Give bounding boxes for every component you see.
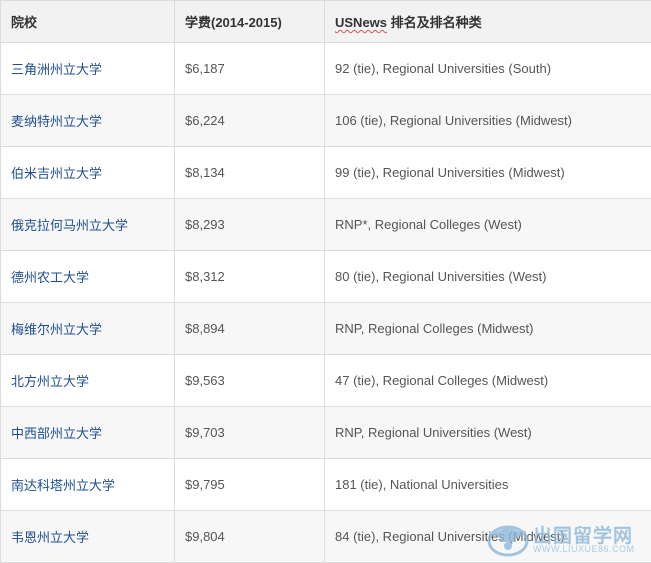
- ranking-cell: RNP*, Regional Colleges (West): [325, 199, 651, 251]
- school-link[interactable]: 麦纳特州立大学: [11, 114, 102, 129]
- school-link[interactable]: 北方州立大学: [11, 374, 89, 389]
- header-tuition: 学费(2014-2015): [175, 1, 325, 43]
- school-link[interactable]: 梅维尔州立大学: [11, 322, 102, 337]
- tuition-cell: $9,563: [175, 355, 325, 407]
- school-cell: 伯米吉州立大学: [1, 147, 175, 199]
- table-row: 梅维尔州立大学 $8,894 RNP, Regional Colleges (M…: [1, 303, 651, 355]
- school-link[interactable]: 中西部州立大学: [11, 426, 102, 441]
- tuition-cell: $6,187: [175, 43, 325, 95]
- tuition-cell: $9,795: [175, 459, 325, 511]
- header-row: 院校 学费(2014-2015) USNews 排名及排名种类: [1, 1, 651, 43]
- school-link[interactable]: 德州农工大学: [11, 270, 89, 285]
- ranking-cell: 99 (tie), Regional Universities (Midwest…: [325, 147, 651, 199]
- table-row: 南达科塔州立大学 $9,795 181 (tie), National Univ…: [1, 459, 651, 511]
- school-cell: 麦纳特州立大学: [1, 95, 175, 147]
- ranking-cell: RNP, Regional Universities (West): [325, 407, 651, 459]
- header-ranking-prefix: USNews: [335, 15, 387, 30]
- ranking-cell: 84 (tie), Regional Universities (Midwest…: [325, 511, 651, 563]
- school-cell: 中西部州立大学: [1, 407, 175, 459]
- table-row: 中西部州立大学 $9,703 RNP, Regional Universitie…: [1, 407, 651, 459]
- school-cell: 南达科塔州立大学: [1, 459, 175, 511]
- school-cell: 三角洲州立大学: [1, 43, 175, 95]
- tuition-table: 院校 学费(2014-2015) USNews 排名及排名种类 三角洲州立大学 …: [0, 0, 651, 563]
- school-link[interactable]: 俄克拉何马州立大学: [11, 218, 128, 233]
- table-row: 韦恩州立大学 $9,804 84 (tie), Regional Univers…: [1, 511, 651, 563]
- school-cell: 梅维尔州立大学: [1, 303, 175, 355]
- table-row: 三角洲州立大学 $6,187 92 (tie), Regional Univer…: [1, 43, 651, 95]
- school-cell: 北方州立大学: [1, 355, 175, 407]
- table-row: 俄克拉何马州立大学 $8,293 RNP*, Regional Colleges…: [1, 199, 651, 251]
- header-ranking-suffix: 排名及排名种类: [387, 15, 482, 30]
- table-row: 德州农工大学 $8,312 80 (tie), Regional Univers…: [1, 251, 651, 303]
- school-cell: 德州农工大学: [1, 251, 175, 303]
- school-link[interactable]: 南达科塔州立大学: [11, 478, 115, 493]
- tuition-cell: $8,312: [175, 251, 325, 303]
- tuition-cell: $8,293: [175, 199, 325, 251]
- table-row: 北方州立大学 $9,563 47 (tie), Regional College…: [1, 355, 651, 407]
- school-link[interactable]: 韦恩州立大学: [11, 530, 89, 545]
- header-ranking: USNews 排名及排名种类: [325, 1, 651, 43]
- school-link[interactable]: 伯米吉州立大学: [11, 166, 102, 181]
- tuition-cell: $8,134: [175, 147, 325, 199]
- tuition-cell: $9,703: [175, 407, 325, 459]
- table-row: 麦纳特州立大学 $6,224 106 (tie), Regional Unive…: [1, 95, 651, 147]
- table-row: 伯米吉州立大学 $8,134 99 (tie), Regional Univer…: [1, 147, 651, 199]
- ranking-cell: 80 (tie), Regional Universities (West): [325, 251, 651, 303]
- ranking-cell: 47 (tie), Regional Colleges (Midwest): [325, 355, 651, 407]
- school-link[interactable]: 三角洲州立大学: [11, 62, 102, 77]
- ranking-cell: 106 (tie), Regional Universities (Midwes…: [325, 95, 651, 147]
- ranking-cell: 92 (tie), Regional Universities (South): [325, 43, 651, 95]
- ranking-cell: RNP, Regional Colleges (Midwest): [325, 303, 651, 355]
- tuition-cell: $8,894: [175, 303, 325, 355]
- tuition-cell: $6,224: [175, 95, 325, 147]
- tuition-cell: $9,804: [175, 511, 325, 563]
- ranking-cell: 181 (tie), National Universities: [325, 459, 651, 511]
- school-cell: 俄克拉何马州立大学: [1, 199, 175, 251]
- school-cell: 韦恩州立大学: [1, 511, 175, 563]
- header-school: 院校: [1, 1, 175, 43]
